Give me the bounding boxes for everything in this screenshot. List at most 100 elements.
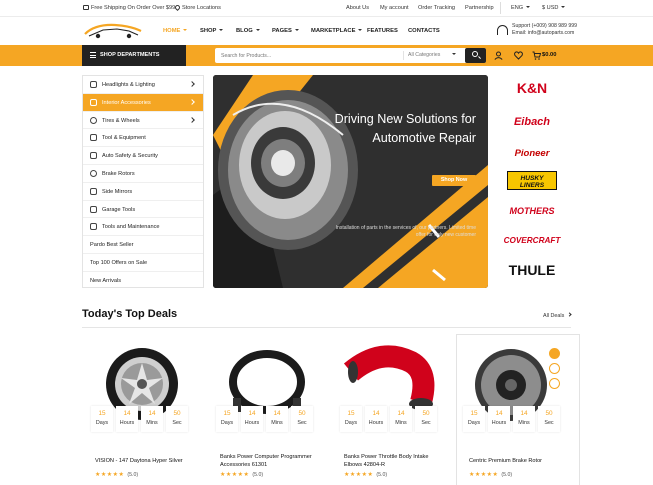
sidebar-item-headlights[interactable]: Headlights & Lighting <box>83 76 203 94</box>
quick-view-icon[interactable] <box>549 378 560 389</box>
countdown-hours: 14 Hours <box>241 406 263 432</box>
brand-husky-logo: HUSKY LINERS <box>519 175 545 189</box>
shield-icon <box>90 152 97 160</box>
page: Free Shipping On Order Over $99 Store Lo… <box>0 0 653 485</box>
countdown-days: 15 Days <box>463 406 485 432</box>
support-email: Email: info@autoparts.com <box>512 30 575 36</box>
countdown-sec: 50 Sec <box>538 406 560 432</box>
cart-icon[interactable] <box>532 51 541 60</box>
countdown-days: 15 Days <box>340 406 362 432</box>
order-tracking-link[interactable]: Order Tracking <box>418 5 455 11</box>
auto-garage-logo[interactable] <box>83 22 148 40</box>
brand-kn-logo[interactable]: K&N <box>498 80 566 96</box>
brand-mothers-logo[interactable]: MOTHERS <box>498 206 566 216</box>
sidebar-item-garage-tools[interactable]: Garage Tools <box>83 201 203 219</box>
sidebar-item-best-seller[interactable]: Pardo Best Seller <box>83 236 203 254</box>
sidebar-item-tires[interactable]: Tires & Wheels <box>83 112 203 130</box>
search-box: All Categories <box>215 48 486 63</box>
sidebar-item-brake-rotors[interactable]: Brake Rotors <box>83 165 203 183</box>
shop-departments-button[interactable]: SHOP DEPARTMENTS <box>82 45 186 66</box>
main-header: HOME SHOP BLOG PAGES MARKETPLACE FEATURE… <box>0 17 653 45</box>
sidebar-item-side-mirrors[interactable]: Side Mirrors <box>83 183 203 201</box>
section-divider <box>82 327 571 328</box>
chevron-right-icon <box>189 81 195 87</box>
search-input[interactable] <box>221 50 401 61</box>
chevron-right-icon <box>189 98 195 105</box>
hero-title-line1: Driving New Solutions for <box>334 112 476 126</box>
brand-husky-badge[interactable]: HUSKY LINERS <box>507 171 557 190</box>
brand-eibach-logo[interactable]: Eibach <box>498 116 566 128</box>
countdown-mins: 14 Mins <box>141 406 163 432</box>
language-select[interactable]: ENG <box>511 5 531 11</box>
shipping-notice: Free Shipping On Order Over $99 <box>83 5 175 11</box>
top-bar: Free Shipping On Order Over $99 Store Lo… <box>0 0 653 17</box>
partnership-link[interactable]: Partnership <box>465 5 494 11</box>
chevron-down-icon <box>561 6 566 8</box>
brand-covercraft-logo[interactable]: COVERCRAFT <box>498 236 566 245</box>
divider <box>500 2 501 14</box>
all-deals-link[interactable]: All Deals <box>543 312 572 319</box>
chevron-down-icon <box>452 53 457 55</box>
menu-icon <box>90 52 96 58</box>
sidebar-item-tools-maintenance[interactable]: Tools and Maintenance <box>83 218 203 237</box>
shop-now-button[interactable]: Shop Now <box>432 175 476 186</box>
countdown-days: 15 Days <box>216 406 238 432</box>
cart-total[interactable]: $0.00 <box>542 52 557 58</box>
sidebar-item-auto-safety[interactable]: Auto Safety & Security <box>83 147 203 165</box>
sidebar-item-top-offers[interactable]: Top 100 Offers on Sale <box>83 254 203 272</box>
section-title: Today's Top Deals <box>82 308 178 320</box>
product-name[interactable]: Banks Power Computer Programmer Accessor… <box>220 454 324 469</box>
maintenance-icon <box>90 223 97 231</box>
countdown-sec: 50 Sec <box>166 406 188 432</box>
sidebar-item-tool-equipment[interactable]: Tool & Equipment <box>83 129 203 148</box>
product-name[interactable]: Centric Premium Brake Rotor <box>469 458 573 466</box>
store-locations-link[interactable]: Store Locations <box>173 3 221 12</box>
countdown-sec: 50 Sec <box>415 406 437 432</box>
wishlist-icon[interactable] <box>549 363 560 374</box>
nav-home[interactable]: HOME <box>163 28 188 34</box>
sidebar-item-interior[interactable]: Interior Accessories <box>83 93 203 112</box>
divider <box>403 51 404 60</box>
countdown-days: 15 Days <box>91 406 113 432</box>
chevron-down-icon <box>294 29 299 31</box>
rating-stars: ★★★★★ (5.0) <box>220 472 264 478</box>
add-to-cart-icon[interactable] <box>549 348 560 359</box>
countdown-hours: 14 Hours <box>116 406 138 432</box>
chevron-down-icon <box>219 29 224 31</box>
countdown-sec: 50 Sec <box>291 406 313 432</box>
my-account-link[interactable]: My account <box>380 5 409 11</box>
rating-stars: ★★★★★ (5.0) <box>469 472 513 478</box>
sidebar-item-new-arrivals[interactable]: New Arrivals <box>83 272 203 290</box>
support-phone: Support (+009) 908 989 999 <box>512 23 578 29</box>
nav-blog[interactable]: BLOG <box>236 28 260 34</box>
chevron-down-icon <box>255 29 260 31</box>
rating-stars: ★★★★★ (5.0) <box>344 472 388 478</box>
nav-marketplace[interactable]: MARKETPLACE <box>311 28 363 34</box>
rating-stars: ★★★★★ (5.0) <box>95 472 139 478</box>
currency-select[interactable]: $ USD <box>542 5 566 11</box>
nav-shop[interactable]: SHOP <box>200 28 224 34</box>
nav-pages[interactable]: PAGES <box>272 28 299 34</box>
hero-title-line2: Automotive Repair <box>372 131 476 145</box>
countdown-hours: 14 Hours <box>488 406 510 432</box>
brand-thule-logo[interactable]: THULE <box>498 262 566 278</box>
mirror-icon <box>90 187 97 195</box>
chevron-right-icon <box>189 116 195 123</box>
headlight-icon <box>90 81 97 88</box>
toolbox-icon <box>90 205 97 213</box>
product-name[interactable]: Banks Power Throttle Body Intake Elbows … <box>344 454 448 469</box>
category-select[interactable]: All Categories <box>408 52 457 58</box>
nav-features[interactable]: FEATURES <box>367 28 398 34</box>
chevron-down-icon <box>183 29 188 31</box>
about-us-link[interactable]: About Us <box>346 5 369 11</box>
hero-subtitle: Installation of parts in the services of… <box>335 225 476 238</box>
location-pin-icon <box>173 3 182 12</box>
heart-icon[interactable] <box>514 51 523 60</box>
user-icon[interactable] <box>494 51 503 60</box>
search-button[interactable] <box>465 48 486 63</box>
brand-pioneer-logo[interactable]: Pioneer <box>498 148 566 159</box>
product-name[interactable]: VISION - 147 Daytona Hyper Silver <box>95 458 199 466</box>
nav-contacts[interactable]: CONTACTS <box>408 28 440 34</box>
tire-icon <box>90 116 97 124</box>
chevron-down-icon <box>358 29 363 31</box>
